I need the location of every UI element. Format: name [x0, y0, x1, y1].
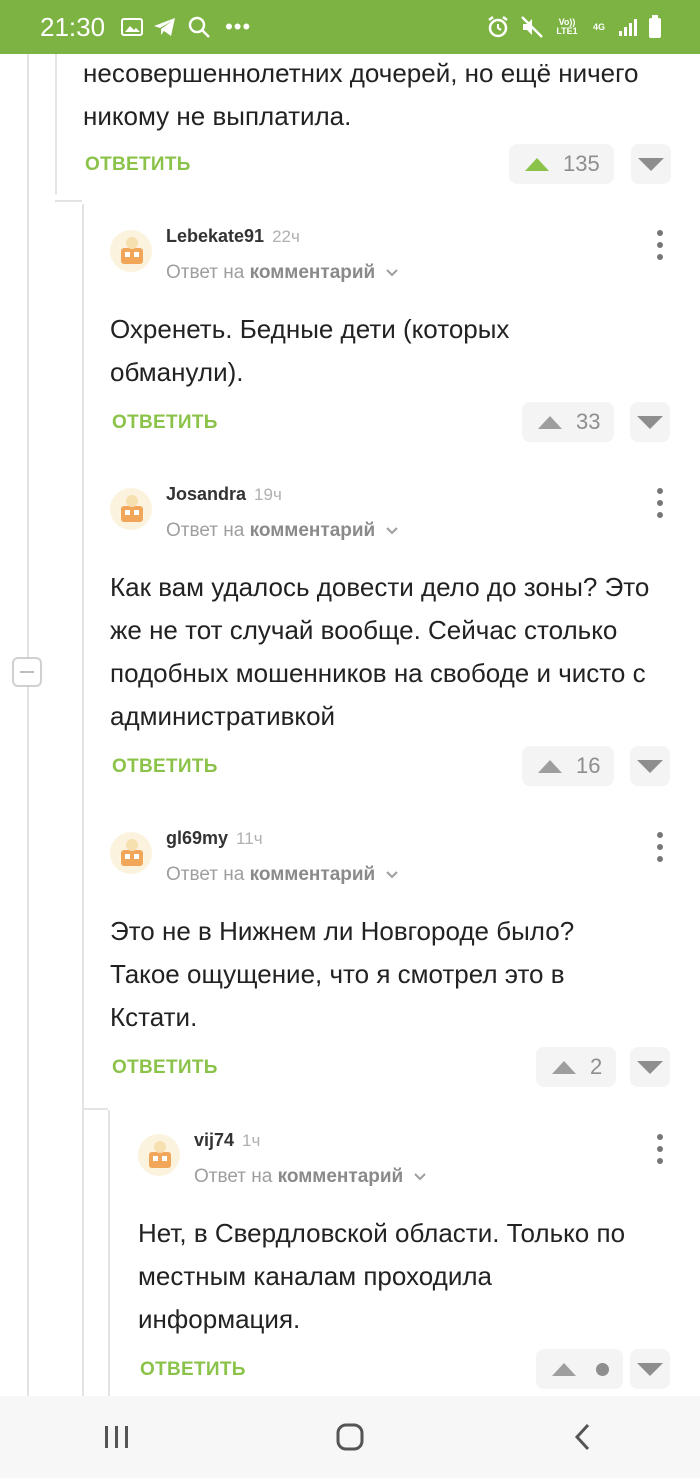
downvote-button[interactable] — [630, 1349, 670, 1389]
chevron-down-icon — [385, 864, 399, 886]
author-name[interactable]: Josandra — [166, 484, 246, 504]
downvote-button[interactable] — [630, 1047, 670, 1087]
back-icon[interactable] — [543, 1407, 623, 1467]
status-bar: 21:30 ••• Vo)) LTE1 4G — [0, 0, 700, 54]
system-nav-bar — [0, 1396, 700, 1478]
comment-text: Нет, в Свердловской области. Только по м… — [138, 1218, 626, 1334]
comment-text: Как вам удалось довести дело до зоны? Эт… — [110, 572, 650, 731]
comment: gl69my 11ч Ответ на комментарий Это не в … — [110, 828, 670, 1091]
avatar[interactable] — [110, 488, 152, 530]
avatar[interactable] — [138, 1134, 180, 1176]
comment-time: 19ч — [254, 485, 282, 504]
downvote-button[interactable] — [630, 402, 670, 442]
home-icon[interactable] — [310, 1407, 390, 1467]
battery-icon — [648, 15, 662, 39]
more-options-icon[interactable] — [650, 488, 670, 518]
more-options-icon[interactable] — [650, 1134, 670, 1164]
comment-time: 1ч — [242, 1131, 261, 1150]
thread-line — [108, 1110, 110, 1396]
thread-line — [55, 54, 57, 194]
avatar[interactable] — [110, 230, 152, 272]
downvote-button[interactable] — [631, 144, 671, 184]
chevron-down-icon — [385, 520, 399, 542]
upvote-icon — [538, 759, 562, 773]
signal-icon — [618, 17, 638, 37]
downvote-icon — [638, 157, 664, 171]
upvote-button[interactable]: 16 — [522, 746, 615, 786]
downvote-icon — [637, 1060, 663, 1074]
downvote-icon — [637, 1362, 663, 1376]
comment-time: 11ч — [236, 829, 263, 848]
more-options-icon[interactable] — [650, 230, 670, 260]
reply-to-link[interactable]: Ответ на комментарий — [166, 864, 399, 886]
mute-icon — [520, 15, 544, 39]
upvote-button[interactable]: 135 — [509, 144, 614, 184]
recent-apps-icon[interactable] — [77, 1407, 157, 1467]
4g-icon: 4G — [592, 21, 605, 32]
more-dots-icon: ••• — [225, 14, 252, 39]
reply-button[interactable]: ОТВЕТИТЬ — [112, 756, 218, 778]
author-name[interactable]: gl69my — [166, 828, 228, 848]
reply-button[interactable]: ОТВЕТИТЬ — [140, 1359, 246, 1381]
collapse-thread-button[interactable] — [12, 657, 42, 687]
search-icon — [187, 15, 211, 39]
thread-line — [55, 200, 82, 202]
telegram-icon — [153, 17, 177, 37]
author-name[interactable]: Lebekate91 — [166, 226, 264, 246]
comment: vij74 1ч Ответ на комментарий Нет, в Свер… — [138, 1130, 670, 1393]
reply-button[interactable]: ОТВЕТИТЬ — [112, 412, 218, 434]
more-options-icon[interactable] — [650, 832, 670, 862]
author-name[interactable]: vij74 — [194, 1130, 234, 1150]
comment: Lebekate91 22ч Ответ на комментарий Охрен… — [110, 226, 670, 446]
avatar[interactable] — [110, 832, 152, 874]
vote-count: 135 — [563, 151, 600, 176]
chevron-down-icon — [413, 1166, 427, 1188]
upvote-icon — [552, 1060, 576, 1074]
upvote-button[interactable] — [536, 1349, 623, 1389]
downvote-button[interactable] — [630, 746, 670, 786]
comment-top: несовершеннолетних дочерей, но ещё ничег… — [83, 52, 673, 188]
image-icon — [121, 17, 144, 37]
reply-to-link[interactable]: Ответ на комментарий — [166, 520, 399, 542]
downvote-icon — [637, 415, 663, 429]
thread-line — [82, 1108, 108, 1110]
upvote-icon — [552, 1362, 576, 1376]
vote-count: 2 — [590, 1054, 603, 1079]
volte-icon: Vo)) LTE1 — [556, 17, 578, 36]
upvote-icon — [525, 157, 549, 171]
reply-to-link[interactable]: Ответ на комментарий — [194, 1166, 427, 1188]
vote-count: 33 — [576, 409, 601, 434]
comment-time: 22ч — [272, 227, 300, 246]
status-time: 21:30 — [40, 11, 106, 42]
thread-line — [27, 54, 29, 1396]
downvote-icon — [637, 759, 663, 773]
vote-hidden-dot — [596, 1362, 609, 1376]
thread-line — [82, 204, 84, 1396]
reply-button[interactable]: ОТВЕТИТЬ — [112, 1057, 218, 1079]
reply-to-link[interactable]: Ответ на комментарий — [166, 262, 399, 284]
upvote-icon — [538, 415, 562, 429]
reply-button[interactable]: ОТВЕТИТЬ — [85, 154, 191, 176]
upvote-button[interactable]: 33 — [522, 402, 615, 442]
vote-count: 16 — [576, 753, 601, 778]
upvote-button[interactable]: 2 — [536, 1047, 617, 1087]
comment-text: Это не в Нижнем ли Новгороде было? Такое… — [110, 916, 575, 1032]
comment-text: Охренеть. Бедные дети (которых обманули)… — [110, 314, 510, 387]
comment-text: несовершеннолетних дочерей, но ещё ничег… — [83, 58, 639, 131]
comment: Josandra 19ч Ответ на комментарий Как вам… — [110, 484, 670, 790]
alarm-icon — [486, 15, 510, 39]
chevron-down-icon — [385, 262, 399, 284]
